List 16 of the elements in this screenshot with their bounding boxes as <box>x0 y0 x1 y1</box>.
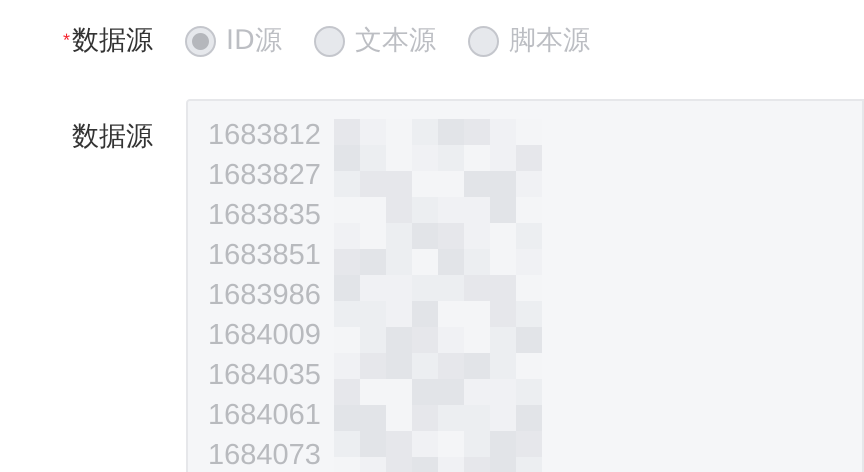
radio-label: ID源 <box>226 24 282 58</box>
text-line: 1683986 <box>208 278 321 313</box>
text-area[interactable]: 1683812 1683827 1683835 1683851 1683986 1684009 1684035 1684061 1684073 <box>186 99 864 472</box>
radio-label: 脚本源 <box>508 24 590 58</box>
required-mark: * <box>62 28 70 52</box>
text-line: 1684035 <box>208 358 321 393</box>
radio-label: 文本源 <box>354 24 436 58</box>
text-line: 1684073 <box>208 438 321 472</box>
text-line: 1683812 <box>208 118 321 153</box>
text-line: 1683835 <box>208 198 321 233</box>
text-line: 1683827 <box>208 158 321 193</box>
text-line: 1684009 <box>208 318 321 353</box>
text-line: 1683851 <box>208 238 321 273</box>
field-label: 数据源 <box>72 24 153 58</box>
field-label: 数据源 <box>72 120 153 154</box>
text-line: 1684061 <box>208 398 321 433</box>
